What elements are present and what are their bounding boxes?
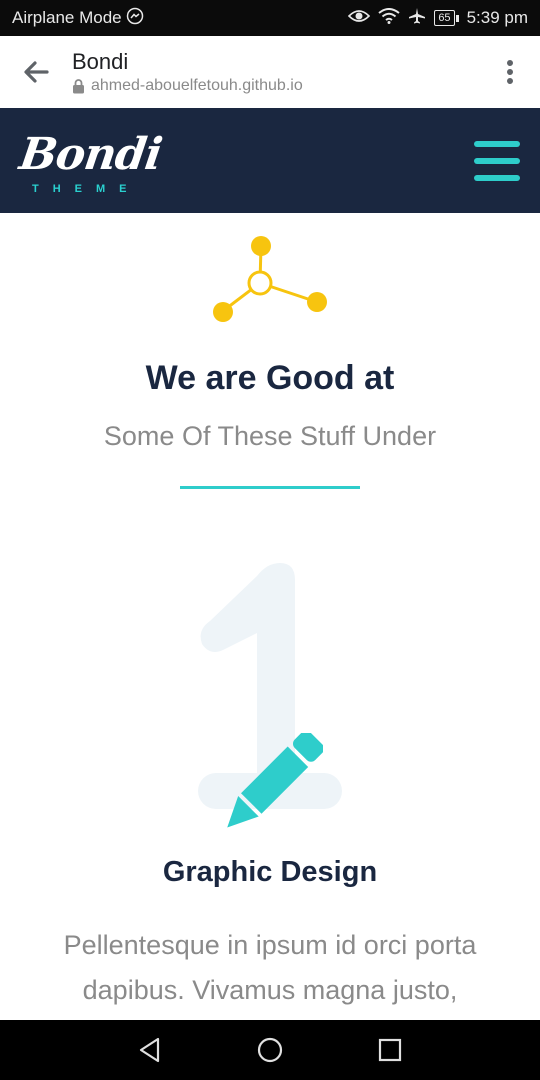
nav-home-button[interactable]: [250, 1030, 290, 1070]
feature-description: Pellentesque in ipsum id orci porta dapi…: [63, 930, 477, 1005]
airplane-icon: [408, 7, 426, 30]
more-options-button[interactable]: [480, 36, 540, 108]
molecule-icon: [213, 236, 327, 322]
home-circle-icon: [257, 1037, 283, 1063]
back-arrow-icon: [24, 61, 49, 83]
lock-icon: [73, 78, 84, 93]
battery-icon: 65: [434, 10, 459, 26]
status-bar: Airplane Mode 65 5:39 pm: [0, 0, 540, 36]
section-title: We are Good at: [145, 359, 395, 397]
site-header: Bondi THEME: [0, 108, 540, 213]
more-vert-icon: [507, 60, 513, 84]
section-subtitle: Some Of These Stuff Under: [103, 421, 437, 451]
main-content: We are Good at Some Of These Stuff Under…: [0, 213, 540, 1020]
nav-recents-button[interactable]: [370, 1030, 410, 1070]
url-block[interactable]: Bondi ahmed-abouelfetouh.github.io: [72, 49, 480, 95]
nav-back-button[interactable]: [130, 1030, 170, 1070]
logo-main-text: Bondi: [16, 128, 165, 180]
clock: 5:39 pm: [466, 8, 528, 27]
url-text: ahmed-abouelfetouh.github.io: [91, 77, 303, 94]
battery-level: 65: [434, 10, 455, 26]
back-button[interactable]: [0, 36, 72, 108]
pencil-icon: [227, 733, 323, 828]
section-divider: [180, 486, 360, 489]
feature-title: Graphic Design: [162, 856, 378, 888]
back-triangle-icon: [139, 1037, 160, 1063]
eye-icon: [348, 8, 371, 29]
logo-sub-text: THEME: [32, 182, 141, 195]
wifi-icon: [378, 7, 400, 29]
messenger-icon: [126, 7, 144, 30]
browser-toolbar: Bondi ahmed-abouelfetouh.github.io: [0, 36, 540, 108]
page-title: Bondi: [72, 49, 129, 74]
recents-square-icon: [378, 1038, 402, 1062]
system-nav-bar: [0, 1020, 540, 1080]
hamburger-icon[interactable]: [474, 140, 520, 181]
airplane-mode-label: Airplane Mode: [12, 8, 122, 27]
site-logo[interactable]: Bondi THEME: [16, 121, 164, 201]
